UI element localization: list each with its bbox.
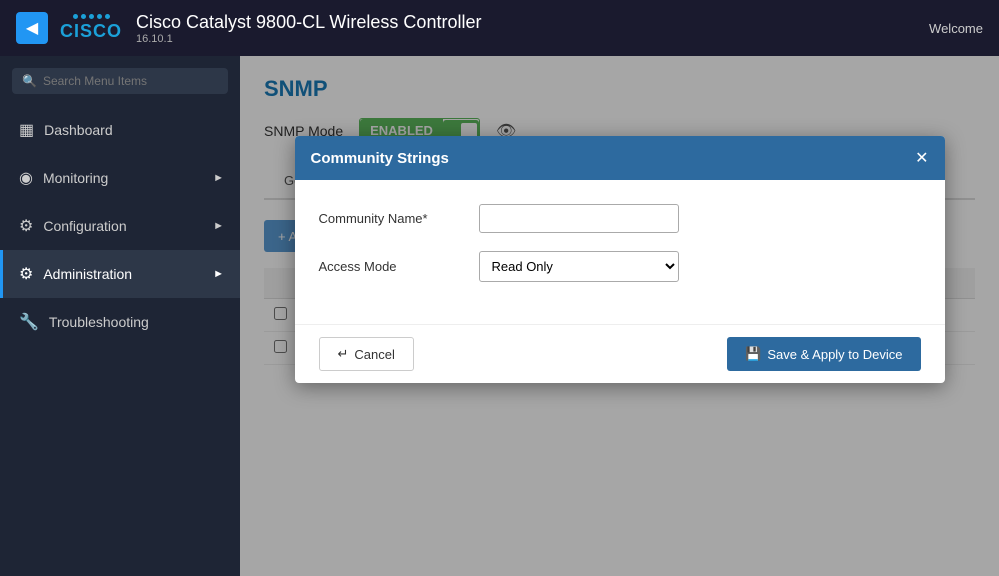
sidebar-item-label: Administration: [43, 266, 132, 282]
modal-dialog: Community Strings ✕ Community Name* Acce…: [295, 136, 945, 383]
search-input[interactable]: [43, 74, 218, 88]
sidebar-item-dashboard[interactable]: ▦ Dashboard: [0, 106, 240, 154]
save-icon: 💾: [745, 346, 761, 362]
sidebar-item-configuration[interactable]: ⚙ Configuration ►: [0, 202, 240, 250]
cisco-logo-text: CISCO: [60, 21, 122, 42]
cancel-label: Cancel: [354, 347, 394, 362]
dashboard-icon: ▦: [19, 120, 34, 140]
chevron-icon: ►: [213, 172, 224, 184]
cisco-dots: [73, 14, 110, 19]
sidebar-item-label: Monitoring: [43, 170, 108, 186]
cisco-logo: CISCO: [60, 14, 122, 42]
modal-overlay: Community Strings ✕ Community Name* Acce…: [240, 56, 999, 576]
save-label: Save & Apply to Device: [767, 347, 902, 362]
modal-body: Community Name* Access Mode Read Only Re…: [295, 180, 945, 324]
back-button[interactable]: ◀: [16, 12, 48, 44]
community-name-label: Community Name*: [319, 211, 479, 226]
chevron-icon: ►: [213, 220, 224, 232]
save-button[interactable]: 💾 Save & Apply to Device: [727, 337, 920, 371]
sidebar-item-label: Troubleshooting: [49, 314, 149, 330]
cancel-icon: ↵: [338, 346, 349, 362]
welcome-text: Welcome: [929, 21, 983, 36]
sidebar-item-label: Configuration: [43, 218, 126, 234]
sidebar: 🔍 ▦ Dashboard ◉ Monitoring ► ⚙ Configura…: [0, 56, 240, 576]
top-bar: ◀ CISCO Cisco Catalyst 9800-CL Wireless …: [0, 0, 999, 56]
administration-icon: ⚙: [19, 264, 33, 284]
modal-close-button[interactable]: ✕: [915, 148, 928, 168]
app-title: Cisco Catalyst 9800-CL Wireless Controll…: [136, 12, 481, 33]
app-version: 16.10.1: [136, 33, 481, 45]
troubleshooting-icon: 🔧: [19, 312, 39, 332]
modal-footer: ↵ Cancel 💾 Save & Apply to Device: [295, 324, 945, 383]
community-name-input[interactable]: [479, 204, 679, 233]
search-box[interactable]: 🔍: [12, 68, 228, 94]
access-mode-select[interactable]: Read Only Read Write: [479, 251, 679, 282]
chevron-icon: ►: [213, 268, 224, 280]
form-row-community-name: Community Name*: [319, 204, 921, 233]
modal-title: Community Strings: [311, 150, 449, 167]
sidebar-item-administration[interactable]: ⚙ Administration ►: [0, 250, 240, 298]
search-icon: 🔍: [22, 74, 37, 88]
monitoring-icon: ◉: [19, 168, 33, 188]
access-mode-label: Access Mode: [319, 259, 479, 274]
sidebar-item-troubleshooting[interactable]: 🔧 Troubleshooting: [0, 298, 240, 346]
main-content: SNMP SNMP Mode ENABLED 👁 General Communi…: [240, 56, 999, 576]
modal-header: Community Strings ✕: [295, 136, 945, 180]
sidebar-item-monitoring[interactable]: ◉ Monitoring ►: [0, 154, 240, 202]
configuration-icon: ⚙: [19, 216, 33, 236]
form-row-access-mode: Access Mode Read Only Read Write: [319, 251, 921, 282]
sidebar-item-label: Dashboard: [44, 122, 113, 138]
cancel-button[interactable]: ↵ Cancel: [319, 337, 414, 371]
